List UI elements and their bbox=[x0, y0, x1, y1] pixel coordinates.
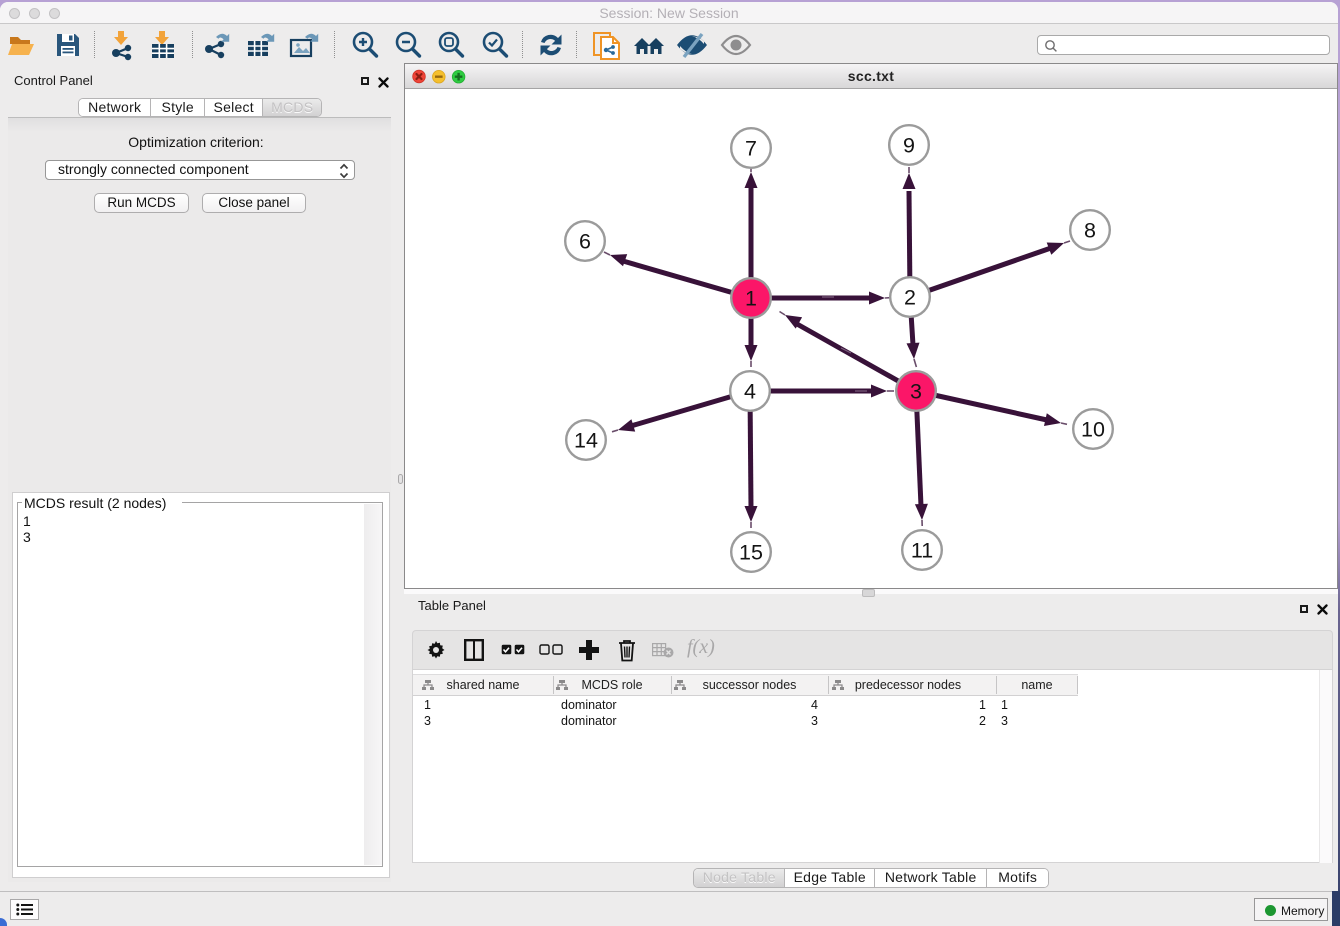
svg-text:11: 11 bbox=[911, 539, 933, 563]
svg-text:10: 10 bbox=[1081, 418, 1105, 442]
svg-text:15: 15 bbox=[739, 541, 763, 565]
svg-text:1: 1 bbox=[745, 287, 757, 311]
svg-text:7: 7 bbox=[745, 137, 757, 161]
svg-text:4: 4 bbox=[744, 380, 756, 404]
svg-text:14: 14 bbox=[574, 429, 598, 453]
svg-text:8: 8 bbox=[1084, 219, 1096, 243]
svg-text:6: 6 bbox=[579, 230, 591, 254]
svg-text:3: 3 bbox=[910, 380, 922, 404]
svg-text:2: 2 bbox=[904, 286, 916, 310]
svg-text:9: 9 bbox=[903, 134, 915, 158]
